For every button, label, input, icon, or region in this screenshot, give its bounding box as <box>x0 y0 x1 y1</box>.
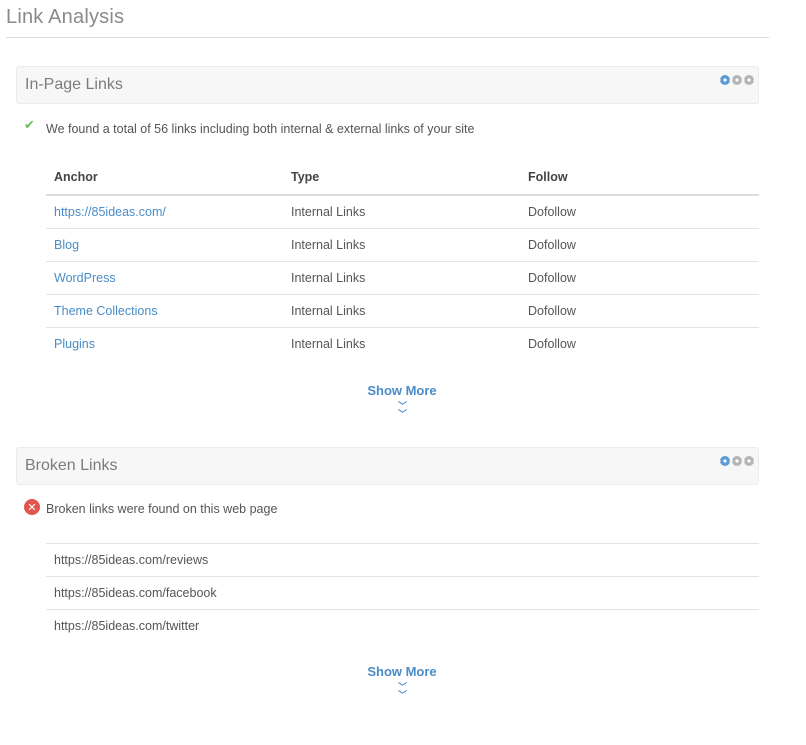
link-type: Internal Links <box>283 228 520 262</box>
column-header-anchor: Anchor <box>46 160 283 196</box>
list-item: https://85ideas.com/twitter <box>46 609 759 642</box>
link-type: Internal Links <box>291 336 366 351</box>
link-type: Internal Links <box>283 294 520 328</box>
gear-icon[interactable] <box>732 75 742 85</box>
page-title: Link Analysis <box>6 6 125 28</box>
broken-links-header: Broken Links <box>16 447 759 485</box>
x-circle-icon: ✕ <box>24 499 40 515</box>
list-item: https://85ideas.com/facebook <box>46 576 759 609</box>
list-item: https://85ideas.com/reviews <box>46 543 759 576</box>
table-row: Theme Collections Internal Links Dofollo… <box>46 294 759 328</box>
status-message: Broken links were found on this web page <box>46 502 278 516</box>
anchor-link[interactable]: Theme Collections <box>54 304 158 318</box>
link-follow: Dofollow <box>520 294 759 328</box>
link-type: Internal Links <box>283 195 520 229</box>
panel-settings[interactable] <box>720 456 754 466</box>
column-header-type: Type <box>283 160 520 196</box>
in-page-links-table: Anchor Type Follow https://85ideas.com/ … <box>46 160 759 360</box>
gear-icon[interactable] <box>732 456 742 466</box>
anchor-link[interactable]: WordPress <box>54 271 116 285</box>
table-row: Blog Internal Links Dofollow <box>46 228 759 262</box>
show-more-label: Show More <box>367 383 437 398</box>
show-more-label: Show More <box>367 664 437 679</box>
gear-icon[interactable] <box>744 75 754 85</box>
broken-links-title: Broken Links <box>25 457 118 474</box>
broken-links-list: https://85ideas.com/reviews https://85id… <box>46 543 759 642</box>
anchor-link[interactable]: Plugins <box>54 337 95 351</box>
check-icon: ✔ <box>24 117 35 132</box>
in-page-links-status: ✔ We found a total of 56 links including… <box>24 117 475 136</box>
table-header-row: Anchor Type Follow <box>46 160 759 196</box>
link-type: Internal Links <box>283 261 520 295</box>
show-more-links-button[interactable]: Show More ﹀ ﹀ <box>302 383 502 419</box>
broken-links-status: ✕ Broken links were found on this web pa… <box>24 499 278 516</box>
double-chevron-down-icon: ﹀ ﹀ <box>397 682 407 700</box>
double-chevron-down-icon: ﹀ ﹀ <box>397 401 407 419</box>
title-divider <box>6 37 769 38</box>
show-more-broken-button[interactable]: Show More ﹀ ﹀ <box>302 664 502 700</box>
column-header-follow: Follow <box>520 160 759 196</box>
status-message: We found a total of 56 links including b… <box>46 122 475 136</box>
table-row: Plugins Internal Links Dofollow <box>46 327 759 360</box>
in-page-links-header: In-Page Links <box>16 66 759 104</box>
anchor-link[interactable]: Blog <box>54 238 79 252</box>
anchor-link[interactable]: https://85ideas.com/ <box>54 205 166 219</box>
gear-icon[interactable] <box>744 456 754 466</box>
gear-icon[interactable] <box>720 75 730 85</box>
table-row: https://85ideas.com/ Internal Links Dofo… <box>46 195 759 229</box>
link-follow: Dofollow <box>528 336 576 351</box>
table-row: WordPress Internal Links Dofollow <box>46 261 759 295</box>
in-page-links-title: In-Page Links <box>25 76 123 93</box>
link-follow: Dofollow <box>520 195 759 229</box>
link-follow: Dofollow <box>520 261 759 295</box>
panel-settings[interactable] <box>720 75 754 85</box>
link-follow: Dofollow <box>520 228 759 262</box>
gear-icon[interactable] <box>720 456 730 466</box>
